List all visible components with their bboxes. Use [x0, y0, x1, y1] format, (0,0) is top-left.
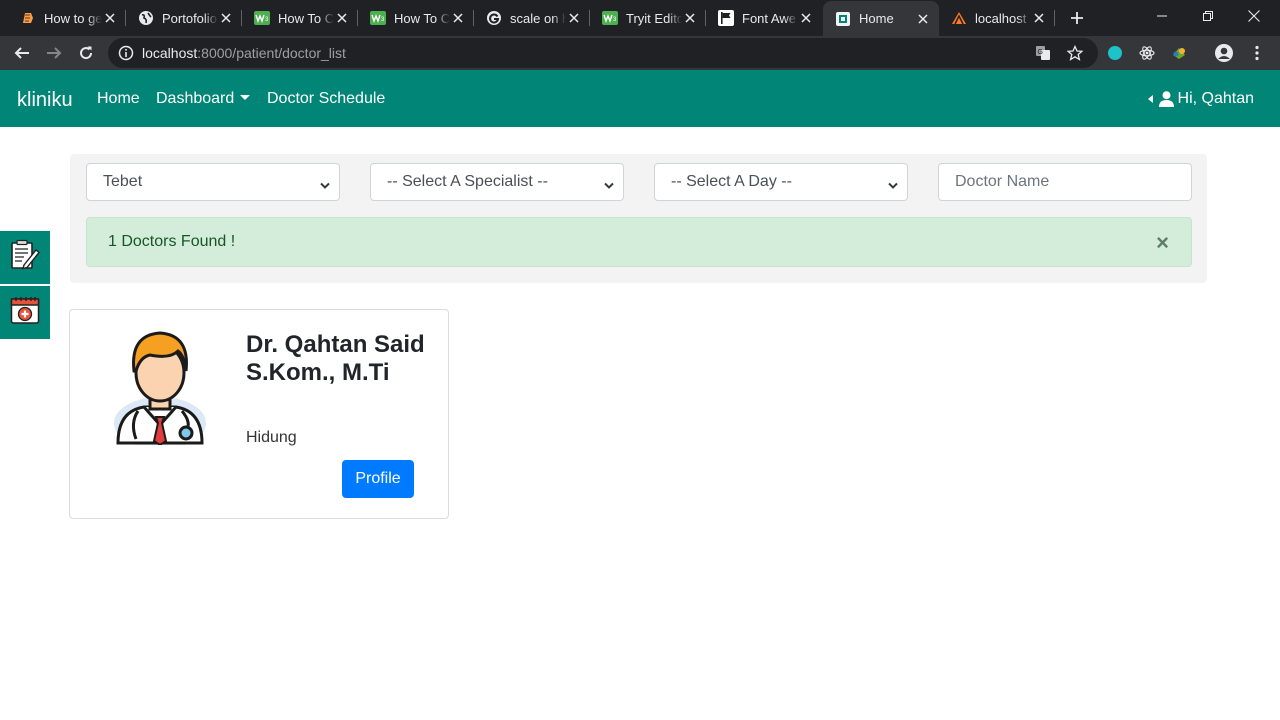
- browser-tab[interactable]: 3 How To Cr: [358, 0, 474, 36]
- tab-separator: [1054, 10, 1055, 26]
- brand-logo[interactable]: kliniku: [17, 89, 73, 112]
- profile-icon[interactable]: [1210, 39, 1238, 67]
- day-select-value: -- Select A Day --: [671, 173, 792, 190]
- close-icon[interactable]: [682, 10, 698, 26]
- close-icon[interactable]: [915, 11, 931, 27]
- bookmark-star-icon[interactable]: [1066, 44, 1084, 62]
- xampp-icon: [951, 10, 967, 26]
- chevron-down-icon: [888, 177, 898, 195]
- site-navbar: kliniku Home Dashboard Doctor Schedule H…: [0, 70, 1280, 127]
- specialist-select-value: -- Select A Specialist --: [387, 173, 548, 190]
- w3schools-icon: 3: [602, 10, 618, 26]
- tab-title: Home: [859, 11, 894, 26]
- chevron-down-icon: [320, 177, 330, 195]
- user-menu[interactable]: Hi, Qahtan: [1147, 90, 1254, 108]
- tab-title: Portofolio: [162, 10, 217, 26]
- react-devtools-icon[interactable]: [1133, 39, 1161, 67]
- new-tab-icon[interactable]: [1066, 7, 1088, 29]
- tab-title: Font Awe: [742, 10, 796, 26]
- doctor-name: Dr. Qahtan Said S.Kom., M.Ti: [246, 331, 425, 386]
- tab-title: Tryit Edito: [626, 10, 682, 26]
- reload-icon[interactable]: [72, 39, 100, 67]
- medical-calendar-icon: [10, 295, 40, 330]
- w3schools-icon: 3: [370, 10, 386, 26]
- location-select-value: Tebet: [103, 173, 143, 190]
- close-icon[interactable]: [798, 10, 814, 26]
- forward-icon[interactable]: [40, 39, 68, 67]
- address-bar[interactable]: localhost:8000/patient/doctor_list G: [108, 38, 1098, 68]
- restore-icon[interactable]: [1185, 0, 1231, 32]
- results-alert: 1 Doctors Found ! ×: [86, 217, 1192, 267]
- specialist-select[interactable]: -- Select A Specialist --: [370, 163, 624, 201]
- blogger-icon: [20, 10, 36, 26]
- user-icon: [1158, 91, 1174, 107]
- browser-tab[interactable]: Portofolio: [126, 0, 242, 36]
- search-filter-panel: Tebet -- Select A Specialist -- -- Selec…: [70, 154, 1207, 283]
- close-icon[interactable]: [218, 10, 234, 26]
- browser-tab-active[interactable]: Home: [823, 1, 939, 36]
- translate-icon[interactable]: G: [1034, 44, 1052, 62]
- google-icon: [486, 10, 502, 26]
- w3schools-icon: 3: [254, 10, 270, 26]
- doctor-card: Dr. Qahtan Said S.Kom., M.Ti Hidung Prof…: [69, 309, 449, 519]
- tab-title: localhost: [975, 10, 1027, 26]
- close-icon[interactable]: [566, 10, 582, 26]
- window-close-icon[interactable]: [1231, 0, 1277, 32]
- browser-tab[interactable]: Font Awe: [706, 0, 822, 36]
- notepad-pencil-icon: [10, 239, 40, 276]
- nav-doctor-schedule[interactable]: Doctor Schedule: [267, 90, 385, 108]
- url-text: localhost:8000/patient/doctor_list: [142, 45, 346, 61]
- caret-left-icon: [1147, 95, 1153, 103]
- browser-tab[interactable]: 3 How To Cr: [242, 0, 358, 36]
- browser-tab[interactable]: 3 Tryit Edito: [590, 0, 706, 36]
- tab-title: How To Cr: [394, 10, 450, 26]
- minimize-icon[interactable]: [1139, 0, 1185, 32]
- tab-title: How To Cr: [278, 10, 334, 26]
- profile-button[interactable]: Profile: [342, 460, 414, 498]
- browser-toolbar: localhost:8000/patient/doctor_list G: [0, 36, 1280, 70]
- close-icon[interactable]: [1031, 10, 1047, 26]
- menu-kebab-icon[interactable]: [1243, 39, 1271, 67]
- browser-tab[interactable]: scale on h: [474, 0, 590, 36]
- globe-icon: [138, 10, 154, 26]
- url-host: localhost: [142, 45, 198, 61]
- user-greeting: Hi, Qahtan: [1177, 90, 1254, 107]
- nav-dashboard-label: Dashboard: [156, 90, 235, 107]
- extension-circle-icon[interactable]: [1101, 39, 1129, 67]
- svg-text:G: G: [1038, 49, 1043, 56]
- side-calendar-button[interactable]: [0, 286, 50, 339]
- alert-close-icon[interactable]: ×: [1156, 232, 1169, 254]
- page-icon: [835, 11, 851, 27]
- browser-tab-bar: How to get Portofolio 3 How To Cr 3 How …: [0, 0, 1280, 36]
- chevron-down-icon: [604, 177, 614, 195]
- close-icon[interactable]: [450, 10, 466, 26]
- nav-dashboard-dropdown[interactable]: Dashboard: [156, 90, 251, 108]
- results-alert-message: 1 Doctors Found !: [108, 233, 236, 250]
- url-path: :8000/patient/doctor_list: [197, 45, 346, 61]
- flag-icon: [718, 10, 734, 26]
- location-select[interactable]: Tebet: [86, 163, 340, 201]
- doctor-specialty: Hidung: [246, 429, 297, 446]
- side-notepad-button[interactable]: [0, 231, 50, 284]
- doctor-name-input[interactable]: Doctor Name: [938, 163, 1192, 201]
- doctor-avatar: [110, 325, 210, 449]
- extension-color-icon[interactable]: [1165, 39, 1193, 67]
- nav-home[interactable]: Home: [97, 90, 140, 108]
- browser-tab[interactable]: localhost: [939, 0, 1055, 36]
- day-select[interactable]: -- Select A Day --: [654, 163, 908, 201]
- close-icon[interactable]: [102, 10, 118, 26]
- doctor-name-placeholder: Doctor Name: [955, 173, 1050, 190]
- browser-tab[interactable]: How to get: [0, 0, 126, 36]
- caret-down-icon: [240, 95, 251, 100]
- back-icon[interactable]: [8, 39, 36, 67]
- close-icon[interactable]: [334, 10, 350, 26]
- info-icon[interactable]: [118, 45, 134, 66]
- tab-title: scale on h: [510, 10, 566, 26]
- tab-title: How to get: [44, 10, 102, 26]
